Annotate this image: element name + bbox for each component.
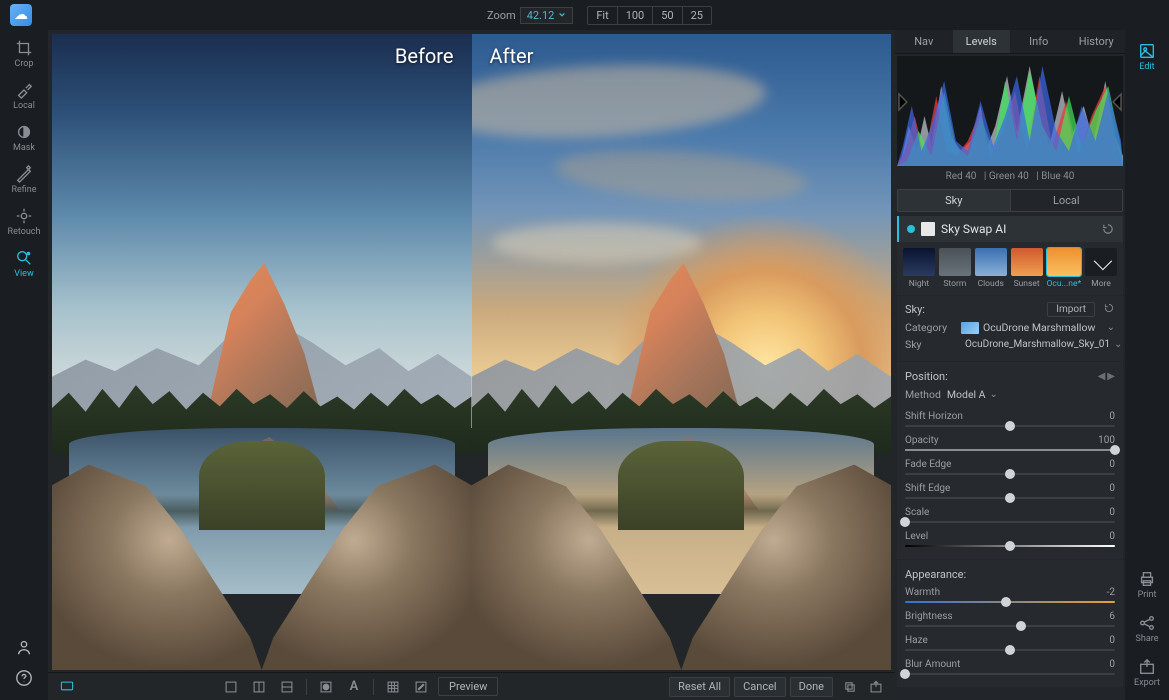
image-comparison[interactable]: Before After (48, 30, 895, 672)
sky-reset-icon[interactable] (1103, 302, 1115, 317)
module-enabled-dot[interactable] (907, 225, 915, 233)
warmth-slider[interactable]: Warmth-2 (905, 583, 1115, 607)
preset-clouds[interactable]: Clouds (975, 248, 1007, 289)
user-icon[interactable] (15, 638, 33, 659)
local-tool[interactable]: Local (2, 76, 46, 116)
sky-heading: Sky: (905, 303, 925, 316)
text-a-button[interactable]: A (343, 677, 365, 697)
subtab-local[interactable]: Local (1010, 189, 1124, 212)
retouch-icon (15, 207, 33, 225)
preset-sunset[interactable]: Sunset (1011, 248, 1043, 289)
mask-icon (15, 123, 33, 141)
highlight-button[interactable] (410, 677, 432, 697)
method-dropdown[interactable]: Model A⌄ (947, 388, 998, 401)
appearance-heading: Appearance: (905, 568, 966, 581)
chevron-down-icon: ⌄ (1107, 322, 1115, 333)
screen-icon[interactable] (56, 677, 78, 697)
histogram (897, 56, 1123, 166)
share-icon (1138, 614, 1156, 632)
refine-icon (15, 165, 33, 183)
mask-tool[interactable]: Mask (2, 118, 46, 158)
printer-icon (1138, 570, 1156, 588)
brightness-slider[interactable]: Brightness6 (905, 607, 1115, 631)
module-thumbnail-icon (921, 222, 935, 236)
module-header[interactable]: Sky Swap AI (897, 216, 1123, 242)
refine-tool[interactable]: Refine (2, 160, 46, 200)
module-reset-icon[interactable] (1101, 222, 1115, 236)
done-button[interactable]: Done (790, 677, 833, 697)
tab-history[interactable]: History (1068, 30, 1126, 53)
zoom-fit-button[interactable]: Fit (588, 7, 617, 24)
position-prev-icon[interactable]: ◀ (1098, 371, 1106, 382)
position-heading: Position: (905, 370, 948, 383)
image-icon (1138, 42, 1156, 60)
opacity-slider[interactable]: Opacity100 (905, 431, 1115, 455)
edit-mode-button[interactable]: Edit (1125, 36, 1169, 78)
single-view-button[interactable] (220, 677, 242, 697)
view-tool[interactable]: View (2, 244, 46, 284)
shift-horizon-slider[interactable]: Shift Horizon0 (905, 407, 1115, 431)
zoom-50-button[interactable]: 50 (653, 7, 682, 24)
copy-icon[interactable] (839, 677, 861, 697)
mask-view-button[interactable] (315, 677, 337, 697)
module-title: Sky Swap AI (941, 222, 1095, 236)
preset-ocudrone[interactable]: Ocu...ne* (1047, 248, 1082, 289)
tab-info[interactable]: Info (1010, 30, 1068, 53)
preview-button[interactable]: Preview (438, 677, 498, 696)
tab-levels[interactable]: Levels (953, 30, 1011, 53)
export-icon (1138, 658, 1156, 676)
retouch-tool[interactable]: Retouch (2, 202, 46, 242)
cancel-button[interactable]: Cancel (734, 677, 785, 697)
category-dropdown[interactable]: Category OcuDrone Marshmallow ⌄ (905, 319, 1115, 336)
preset-night[interactable]: Night (903, 248, 935, 289)
blur-slider[interactable]: Blur Amount0 (905, 655, 1115, 679)
help-icon[interactable] (15, 669, 33, 690)
zoom-25-button[interactable]: 25 (683, 7, 711, 24)
crop-icon (15, 39, 33, 57)
category-thumb-icon (961, 322, 979, 334)
scale-slider[interactable]: Scale0 (905, 503, 1115, 527)
level-slider[interactable]: Level0 (905, 527, 1115, 551)
zoom-dropdown[interactable]: 42.12 (520, 7, 574, 24)
fade-edge-slider[interactable]: Fade Edge0 (905, 455, 1115, 479)
position-next-icon[interactable]: ▶ (1107, 371, 1115, 382)
print-button[interactable]: Print (1125, 564, 1169, 606)
histogram-readout: Red 40 | Green 40 | Blue 40 (895, 168, 1125, 185)
preset-storm[interactable]: Storm (939, 248, 971, 289)
import-button[interactable]: Import (1047, 302, 1095, 317)
chevron-down-icon: ⌄ (1114, 339, 1122, 350)
export-small-icon[interactable] (865, 677, 887, 697)
subtab-sky[interactable]: Sky (897, 189, 1010, 212)
brush-icon (15, 81, 33, 99)
after-label: After (490, 44, 534, 68)
grid-button[interactable] (382, 677, 404, 697)
split-vertical-button[interactable] (276, 677, 298, 697)
shift-edge-slider[interactable]: Shift Edge0 (905, 479, 1115, 503)
tab-nav[interactable]: Nav (895, 30, 953, 53)
search-icon (15, 249, 33, 267)
before-label: Before (395, 44, 454, 68)
export-button[interactable]: Export (1125, 652, 1169, 694)
app-logo (10, 4, 32, 26)
haze-slider[interactable]: Haze0 (905, 631, 1115, 655)
split-horizontal-button[interactable] (248, 677, 270, 697)
reset-all-button[interactable]: Reset All (669, 677, 730, 697)
sky-dropdown[interactable]: Sky OcuDrone_Marshmallow_Sky_01 ⌄ (905, 336, 1115, 353)
zoom-100-button[interactable]: 100 (618, 7, 654, 24)
crop-tool[interactable]: Crop (2, 34, 46, 74)
zoom-label: Zoom (487, 9, 516, 22)
share-button[interactable]: Share (1125, 608, 1169, 650)
preset-more[interactable]: More (1085, 248, 1117, 289)
